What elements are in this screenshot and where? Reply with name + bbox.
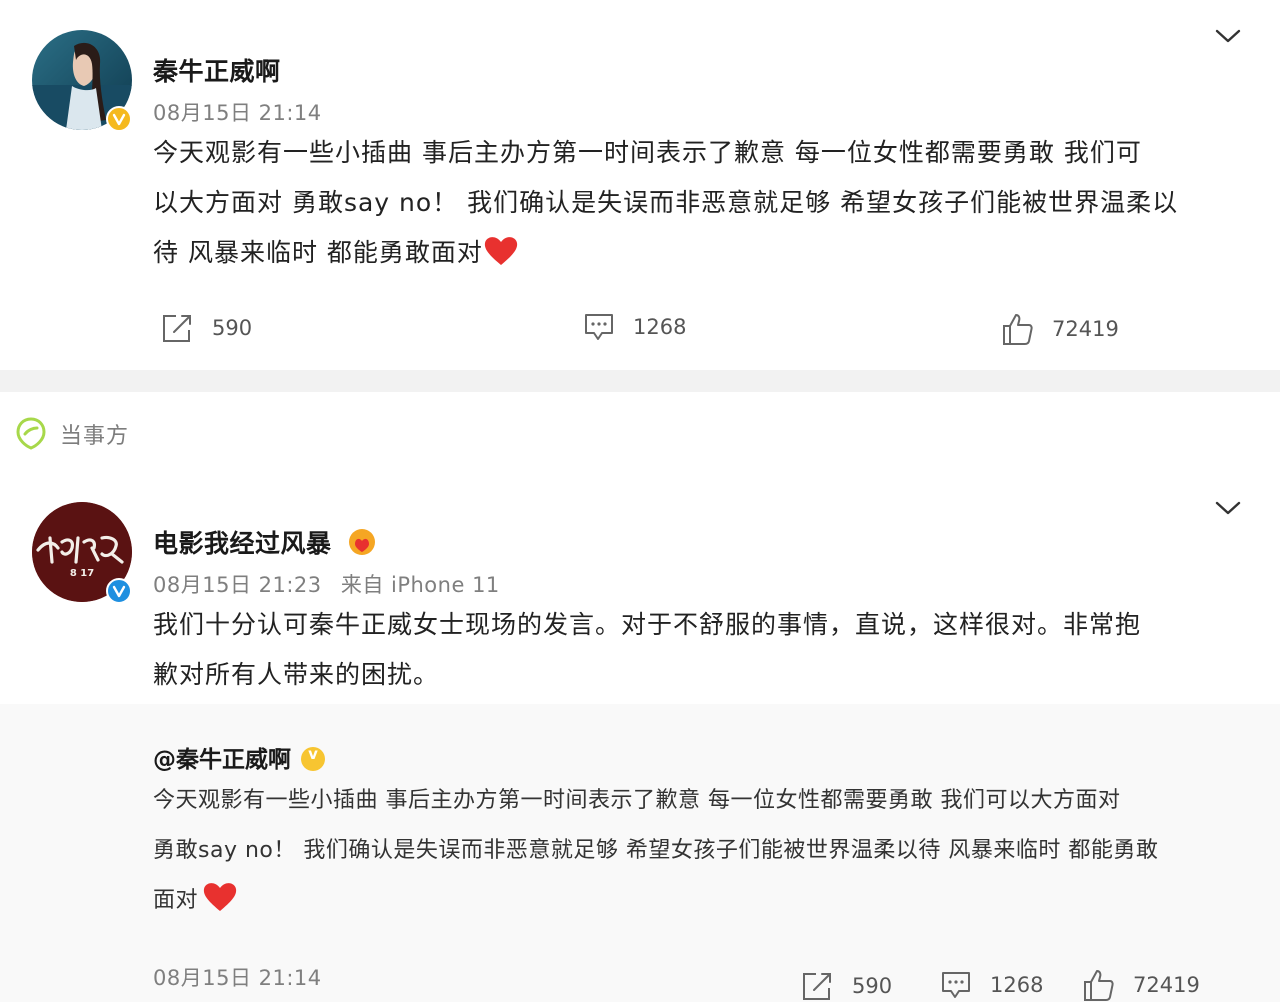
- repost-icon: [163, 315, 191, 342]
- quoted-body-line: 面对: [153, 876, 1263, 932]
- author-name[interactable]: 电影我经过风暴: [153, 524, 377, 563]
- member-badge-icon: [347, 527, 377, 563]
- comment-icon: [585, 314, 613, 340]
- post-timestamp: 08月15日 21:14: [153, 101, 322, 125]
- post-timestamp: 08月15日 21:23: [153, 573, 322, 597]
- post-card-1: 秦牛正威啊 08月15日 21:14 今天观影有一些小插曲 事后主办方第一时间表…: [0, 0, 1280, 370]
- heart-emoji-icon: [483, 234, 519, 284]
- verified-badge-icon: [106, 578, 132, 604]
- repost-icon: [803, 973, 831, 1000]
- thumbs-up-icon: [1003, 314, 1033, 345]
- post-body-line: 我们十分认可秦牛正威女士现场的发言。对于不舒服的事情，直说，这样很对。非常抱: [153, 610, 1142, 639]
- separator: [0, 370, 1280, 392]
- repost-button[interactable]: 590: [160, 312, 252, 344]
- post-card-2: 8 17 电影我经过风暴 08月15日 21:23 来自 iPhone 11 我…: [0, 472, 1280, 1002]
- like-count: 72419: [1052, 317, 1119, 341]
- repost-count: 590: [852, 974, 893, 998]
- author-name-text: 电影我经过风暴: [153, 529, 332, 558]
- post-body: 我们十分认可秦牛正威女士现场的发言。对于不舒服的事情，直说，这样很对。非常抱 歉…: [153, 600, 1263, 700]
- like-button[interactable]: 72419: [1002, 312, 1119, 346]
- quoted-comment-button[interactable]: 1268: [940, 970, 1043, 1000]
- quoted-like-button[interactable]: 72419: [1083, 968, 1200, 1002]
- repost-count: 590: [212, 316, 253, 340]
- heart-emoji-icon: [202, 881, 238, 932]
- comment-button[interactable]: 1268: [583, 312, 686, 342]
- location-pin-icon: [16, 417, 46, 450]
- quoted-body: 今天观影有一些小插曲 事后主办方第一时间表示了歉意 每一位女性都需要勇敢 我们可…: [153, 776, 1263, 932]
- post-body-line: 以大方面对 勇敢say no！ 我们确认是失误而非恶意就足够 希望女孩子们能被世…: [153, 188, 1179, 217]
- quoted-timestamp: 08月15日 21:14: [153, 966, 322, 990]
- thumbs-up-icon: [1084, 970, 1114, 1001]
- comment-count: 1268: [990, 973, 1044, 997]
- chevron-down-icon[interactable]: [1215, 28, 1241, 44]
- quoted-body-line: 勇敢say no！ 我们确认是失误而非恶意就足够 希望女孩子们能被世界温柔以待 …: [153, 838, 1159, 863]
- comment-icon: [942, 972, 970, 998]
- section-header: 当事方: [0, 392, 1280, 472]
- quoted-author-text: @秦牛正威啊: [153, 747, 291, 773]
- author-name[interactable]: 秦牛正威啊: [153, 52, 281, 88]
- quoted-body-line-text: 面对: [153, 888, 199, 913]
- verified-badge-icon: [301, 745, 325, 771]
- quoted-repost-button[interactable]: 590: [800, 970, 892, 1002]
- chevron-down-icon[interactable]: [1215, 500, 1241, 516]
- comment-count: 1268: [633, 315, 687, 339]
- post-body-line: 待 风暴来临时 都能勇敢面对: [153, 228, 1263, 284]
- post-meta: 08月15日 21:23 来自 iPhone 11: [153, 569, 500, 599]
- post-body-line-text: 待 风暴来临时 都能勇敢面对: [153, 238, 483, 267]
- section-label: 当事方: [60, 424, 130, 449]
- post-body: 今天观影有一些小插曲 事后主办方第一时间表示了歉意 每一位女性都需要勇敢 我们可…: [153, 128, 1263, 284]
- post-source: 来自 iPhone 11: [340, 573, 500, 597]
- quoted-body-line: 今天观影有一些小插曲 事后主办方第一时间表示了歉意 每一位女性都需要勇敢 我们可…: [153, 788, 1121, 813]
- quoted-author[interactable]: @秦牛正威啊: [153, 740, 325, 774]
- quoted-post[interactable]: @秦牛正威啊 今天观影有一些小插曲 事后主办方第一时间表示了歉意 每一位女性都需…: [0, 704, 1280, 1002]
- svg-text:8 17: 8 17: [70, 568, 94, 579]
- verified-badge-icon: [106, 106, 132, 132]
- like-count: 72419: [1133, 973, 1200, 997]
- post-body-line: 歉对所有人带来的困扰。: [153, 660, 440, 689]
- post-body-line: 今天观影有一些小插曲 事后主办方第一时间表示了歉意 每一位女性都需要勇敢 我们可: [153, 138, 1142, 167]
